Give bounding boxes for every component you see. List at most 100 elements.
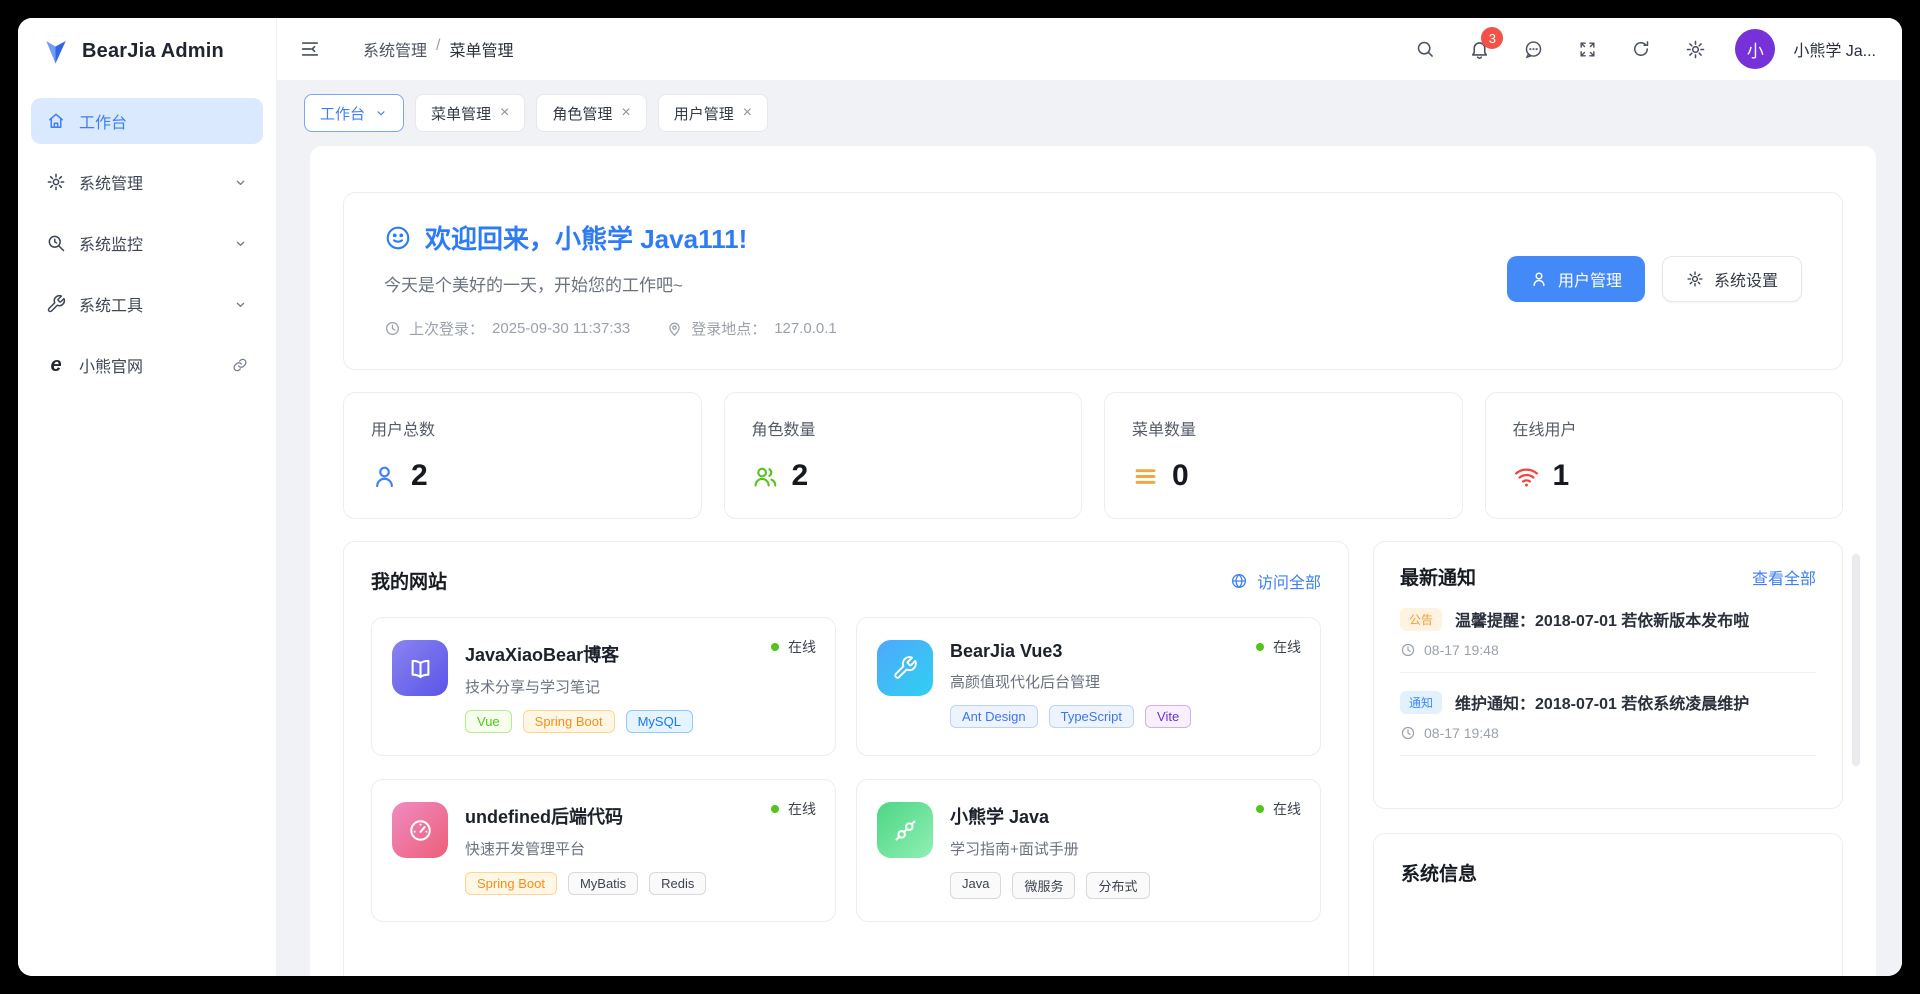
tab-workbench[interactable]: 工作台 bbox=[304, 94, 405, 132]
tag: Redis bbox=[649, 872, 707, 895]
settings-button[interactable] bbox=[1675, 29, 1715, 69]
content-area: 欢迎回来，小熊学 Java111! 今天是个美好的一天，开始您的工作吧~ 上次登… bbox=[277, 146, 1902, 976]
sidebar: BearJia Admin 工作台 系统管理 系统监控 系统工具 e 小熊官网 bbox=[18, 18, 277, 976]
welcome-subtitle: 今天是个美好的一天，开始您的工作吧~ bbox=[384, 276, 683, 295]
tab-label: 角色管理 bbox=[552, 105, 613, 123]
stat-label: 角色数量 bbox=[751, 422, 816, 439]
stat-card-role-count: 角色数量 2 bbox=[723, 392, 1082, 519]
search-button[interactable] bbox=[1405, 29, 1445, 69]
fullscreen-button[interactable] bbox=[1567, 29, 1607, 69]
website-name: 小熊学 Java bbox=[950, 807, 1050, 827]
system-info-card: 系统信息 bbox=[1373, 833, 1843, 976]
latest-notices-card: 最新通知 查看全部 公告 温馨提醒：2018-07-01 若依新版本发布啦 08… bbox=[1373, 541, 1843, 809]
websites-grid: JavaXiaoBear博客 技术分享与学习笔记 Vue Spring Boot… bbox=[371, 617, 1321, 922]
home-icon bbox=[46, 111, 66, 131]
chevron-down-icon bbox=[233, 236, 248, 251]
shield-logo-icon bbox=[41, 36, 71, 66]
fullscreen-expand-icon bbox=[1578, 40, 1597, 59]
logo[interactable]: BearJia Admin bbox=[31, 18, 263, 84]
notifications-button[interactable]: 3 bbox=[1459, 27, 1504, 69]
user-display-name[interactable]: 小熊学 Ja... bbox=[1793, 37, 1876, 61]
notice-title: 温馨提醒：2018-07-01 若依新版本发布啦 bbox=[1455, 613, 1750, 630]
gear-icon bbox=[46, 172, 66, 192]
tab-menu-management[interactable]: 菜单管理 × bbox=[415, 94, 526, 132]
tag: Vue bbox=[465, 710, 512, 733]
wrench-icon bbox=[46, 294, 66, 314]
refresh-icon bbox=[1631, 39, 1651, 59]
user-management-button[interactable]: 用户管理 bbox=[1506, 256, 1645, 302]
notice-time: 08-17 19:48 bbox=[1424, 725, 1499, 741]
gear-icon bbox=[1686, 270, 1704, 288]
wrench-icon bbox=[877, 640, 933, 696]
stat-card-menu-count: 菜单数量 0 bbox=[1104, 392, 1463, 519]
close-icon[interactable]: × bbox=[500, 105, 509, 121]
scrollbar-thumb[interactable] bbox=[1852, 554, 1860, 766]
system-info-title: 系统信息 bbox=[1401, 864, 1478, 885]
sidebar-collapse-button[interactable] bbox=[299, 38, 321, 60]
notice-type-badge: 公告 bbox=[1400, 607, 1443, 631]
website-card-javaxiaobear-blog[interactable]: JavaXiaoBear博客 技术分享与学习笔记 Vue Spring Boot… bbox=[371, 617, 836, 756]
tag: 微服务 bbox=[1012, 872, 1076, 899]
website-card-xiaoxiong-java[interactable]: 小熊学 Java 学习指南+面试手册 Java 微服务 分布式 在线 bbox=[856, 779, 1321, 922]
website-desc: 学习指南+面试手册 bbox=[950, 841, 1079, 858]
breadcrumb-section[interactable]: 系统管理 bbox=[363, 37, 427, 61]
user-icon bbox=[371, 463, 398, 490]
book-icon bbox=[392, 640, 448, 696]
online-dot bbox=[1256, 643, 1264, 651]
map-pin-icon bbox=[666, 320, 683, 337]
main-area: 系统管理 / 菜单管理 3 小 小熊学 Ja... 工作台 菜单管理 × 角色管… bbox=[277, 18, 1902, 976]
online-dot bbox=[1256, 805, 1264, 813]
website-card-backend-code[interactable]: undefined后端代码 快速开发管理平台 Spring Boot MyBat… bbox=[371, 779, 836, 922]
my-websites-card: 我的网站 访问全部 JavaXiaoBear博客 技术分享与学习笔记 Vue S… bbox=[343, 541, 1349, 976]
menu-fold-icon bbox=[299, 38, 321, 60]
stat-value: 0 bbox=[1172, 459, 1189, 492]
tag: TypeScript bbox=[1048, 705, 1135, 728]
tab-label: 用户管理 bbox=[673, 105, 734, 123]
welcome-title: 欢迎回来，小熊学 Java111! bbox=[425, 224, 748, 254]
website-desc: 高颜值现代化后台管理 bbox=[950, 674, 1101, 691]
sidebar-item-label: 系统监控 bbox=[79, 237, 144, 254]
sidebar-item-system-monitor[interactable]: 系统监控 bbox=[31, 220, 263, 266]
sidebar-item-workbench[interactable]: 工作台 bbox=[31, 98, 263, 144]
notice-title: 维护通知：2018-07-01 若依系统凌晨维护 bbox=[1455, 696, 1750, 713]
online-dot bbox=[771, 643, 779, 651]
close-icon[interactable]: × bbox=[743, 105, 752, 121]
visit-all-label: 访问全部 bbox=[1256, 574, 1321, 592]
visit-all-link[interactable]: 访问全部 bbox=[1230, 569, 1321, 593]
stats-row: 用户总数 2 角色数量 2 菜单数量 0 在线用户 1 bbox=[343, 392, 1843, 519]
stat-label: 用户总数 bbox=[371, 422, 436, 439]
tag: Vite bbox=[1145, 705, 1192, 728]
system-settings-button[interactable]: 系统设置 bbox=[1661, 256, 1802, 302]
status-label: 在线 bbox=[788, 639, 816, 655]
login-location-value: 127.0.0.1 bbox=[774, 320, 837, 337]
notice-time: 08-17 19:48 bbox=[1424, 642, 1499, 658]
tag: 分布式 bbox=[1086, 872, 1150, 899]
view-all-link[interactable]: 查看全部 bbox=[1752, 565, 1816, 589]
notice-item[interactable]: 公告 温馨提醒：2018-07-01 若依新版本发布啦 08-17 19:48 bbox=[1400, 590, 1816, 673]
close-icon[interactable]: × bbox=[621, 105, 630, 121]
tab-label: 工作台 bbox=[320, 105, 366, 123]
breadcrumb-page[interactable]: 菜单管理 bbox=[449, 37, 513, 61]
breadcrumb: 系统管理 / 菜单管理 bbox=[363, 37, 513, 61]
website-desc: 技术分享与学习笔记 bbox=[465, 679, 601, 696]
tab-label: 菜单管理 bbox=[431, 105, 492, 123]
chevron-down-icon bbox=[374, 106, 388, 120]
website-card-bearjia-vue3[interactable]: BearJia Vue3 高颜值现代化后台管理 Ant Design TypeS… bbox=[856, 617, 1321, 756]
monitor-search-icon bbox=[46, 233, 66, 253]
notice-item[interactable]: 通知 维护通知：2018-07-01 若依系统凌晨维护 08-17 19:48 bbox=[1400, 673, 1816, 756]
online-dot bbox=[771, 805, 779, 813]
website-name: BearJia Vue3 bbox=[950, 641, 1063, 661]
chevron-down-icon bbox=[233, 175, 248, 190]
tag: MySQL bbox=[625, 710, 693, 733]
sidebar-item-official-site[interactable]: e 小熊官网 bbox=[31, 342, 263, 388]
messages-button[interactable] bbox=[1513, 29, 1553, 69]
user-avatar[interactable]: 小 bbox=[1735, 29, 1776, 69]
status-badge: 在线 bbox=[1256, 637, 1301, 657]
sidebar-item-system-tools[interactable]: 系统工具 bbox=[31, 281, 263, 327]
sidebar-item-system-management[interactable]: 系统管理 bbox=[31, 159, 263, 205]
stat-value: 2 bbox=[411, 459, 428, 492]
tab-role-management[interactable]: 角色管理 × bbox=[536, 94, 647, 132]
last-login-label: 上次登录： bbox=[409, 321, 485, 338]
refresh-button[interactable] bbox=[1621, 29, 1661, 69]
tab-user-management[interactable]: 用户管理 × bbox=[657, 94, 769, 132]
